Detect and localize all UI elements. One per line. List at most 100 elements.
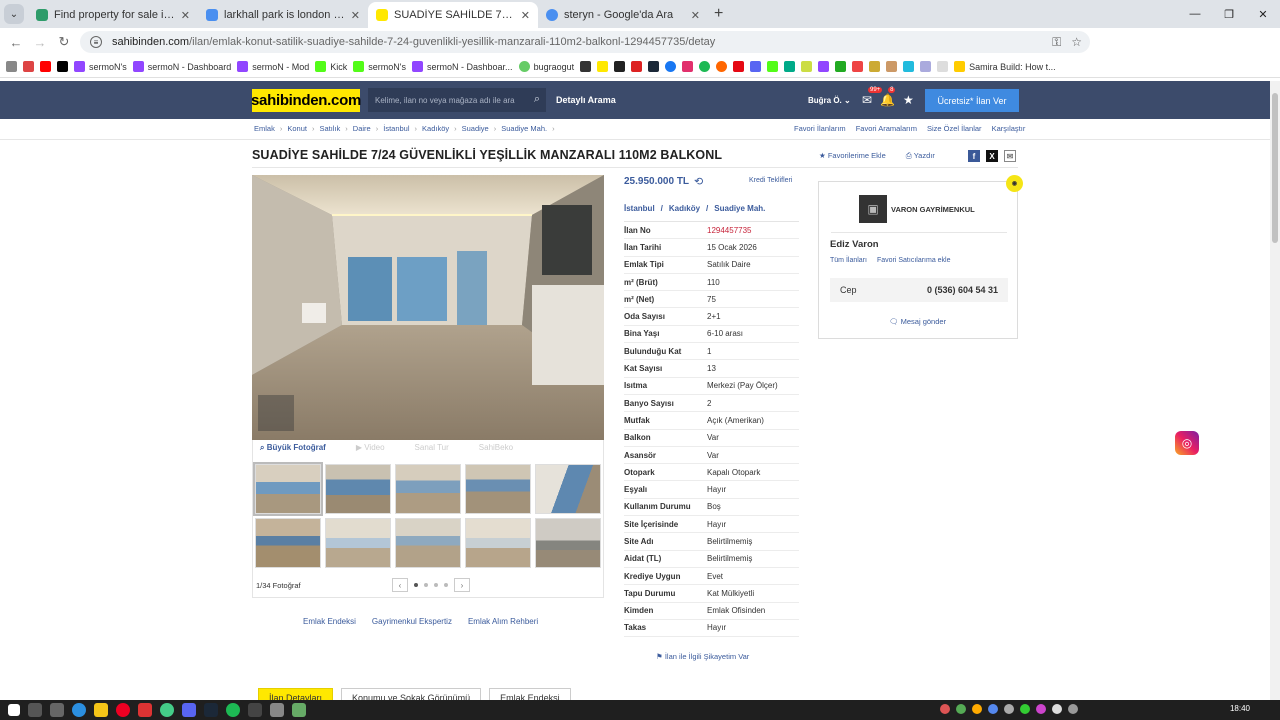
bookmark-icon[interactable] [818,61,830,72]
reload-icon[interactable]: ↻ [52,34,76,50]
tray-icon[interactable] [1004,704,1014,714]
taskbar-clock[interactable]: 18:40 [1230,704,1250,713]
special-listings-link[interactable]: Size Özel İlanlar [927,124,982,133]
photo-thumbnail[interactable] [535,464,601,514]
close-icon[interactable]: ✕ [521,9,530,22]
chrome-icon[interactable] [160,703,174,717]
compare-link[interactable]: Karşılaştır [992,124,1026,133]
close-icon[interactable]: ✕ [691,9,700,22]
task-view-icon[interactable] [50,703,64,717]
location-neighborhood[interactable]: Suadiye Mah. [714,204,765,213]
close-window-icon[interactable]: ✕ [1246,0,1280,28]
breadcrumb-item[interactable]: Suadiye Mah. [501,124,547,133]
file-explorer-icon[interactable] [94,703,108,717]
search-input[interactable]: Kelime, ilan no veya mağaza adı ile ara … [368,88,546,112]
scrollbar[interactable] [1270,81,1280,700]
phone-number[interactable]: 0 (536) 604 54 31 [927,285,998,295]
edge-icon[interactable] [72,703,86,717]
discord-icon[interactable] [182,703,196,717]
browser-tab-1[interactable]: Find property for sale in Chelse ✕ [28,2,198,28]
mail-icon[interactable]: ✉ [1004,150,1016,162]
loan-offers-link[interactable]: Kredi Teklifleri [749,177,792,184]
photo-thumbnail[interactable] [395,464,461,514]
address-bar[interactable]: ≡ sahibinden.com/ilan/emlak-konut-satili… [80,31,1090,53]
browser-tab-4[interactable]: steryn - Google'da Ara ✕ [538,2,708,28]
photo-thumbnail[interactable] [325,464,391,514]
password-key-icon[interactable]: ⚿ [1052,35,1061,50]
breadcrumb-item[interactable]: Emlak [254,124,275,133]
bookmark-icon[interactable] [699,61,711,72]
youtube-icon[interactable] [40,61,51,72]
search-icon[interactable] [28,703,42,717]
tray-icon[interactable] [988,704,998,714]
bookmark-icon[interactable] [869,61,881,72]
windows-start-icon[interactable] [8,704,20,716]
tray-icon[interactable] [940,704,950,714]
all-listings-link[interactable]: Tüm İlanları [830,257,867,264]
photo-thumbnail[interactable] [395,518,461,568]
bookmark-item[interactable]: sermoN's [74,61,127,72]
report-listing-link[interactable]: ⚑ İlan ile İlgili Şikayetim Var [656,652,749,661]
buying-guide-link[interactable]: Emlak Alım Rehberi [468,617,538,626]
pager-dot[interactable] [414,583,418,587]
bookmark-icon[interactable] [716,61,728,72]
breadcrumb-item[interactable]: Kadıköy [422,124,449,133]
bookmark-icon[interactable] [903,61,915,72]
store-name[interactable]: VARON GAYRİMENKUL [891,205,975,214]
bookmark-icon[interactable] [920,61,932,72]
bookmark-icon[interactable] [648,61,660,72]
new-tab-button[interactable]: + [714,5,723,23]
tray-icon[interactable] [956,704,966,714]
bookmark-item[interactable]: sermoN - Mod [237,61,309,72]
opera-icon[interactable] [116,703,130,717]
bookmark-icon[interactable] [801,61,813,72]
real-estate-index-link[interactable]: Emlak Endeksi [303,617,356,626]
apps-icon[interactable] [6,61,17,72]
bookmark-icon[interactable] [631,61,643,72]
print-button[interactable]: ⎙ Yazdır [906,151,935,161]
bookmark-item[interactable]: Samira Build: How t... [954,61,1056,72]
post-free-listing-button[interactable]: Ücretsiz* İlan Ver [925,89,1019,112]
browser-tab-2[interactable]: larkhall park is london - Google ✕ [198,2,368,28]
bookmark-item[interactable]: Kick [315,61,347,72]
photo-thumbnail[interactable] [465,518,531,568]
photo-thumbnail[interactable] [325,518,391,568]
bookmark-icon[interactable] [750,61,762,72]
bookmark-item[interactable]: sermoN's [353,61,406,72]
gmail-icon[interactable] [23,61,34,72]
app-icon[interactable] [270,703,284,717]
messages-icon[interactable]: ✉ 99+ [862,87,883,107]
photo-thumbnail[interactable] [253,462,323,516]
app-icon[interactable] [138,703,152,717]
scrollbar-thumb[interactable] [1272,93,1278,243]
tab-search-button[interactable]: ⌄ [4,4,24,24]
large-photo-tab[interactable]: ⌕ Büyük Fotoğraf [260,443,326,457]
tray-icon[interactable] [1068,704,1078,714]
breadcrumb-item[interactable]: Suadiye [462,124,489,133]
bookmark-icon[interactable] [580,61,592,72]
close-icon[interactable]: ✕ [181,9,190,22]
user-menu[interactable]: Buğra Ö. ⌄ [808,96,851,105]
tray-icon[interactable] [1020,704,1030,714]
spotify-icon[interactable] [226,703,240,717]
chevron-right-icon[interactable]: › [454,578,470,592]
pager-dot[interactable] [424,583,428,587]
bookmark-icon[interactable] [597,61,609,72]
bookmark-icon[interactable] [767,61,779,72]
bookmark-item[interactable]: sermoN - Dashboard [132,61,231,72]
back-icon[interactable]: ← [4,35,28,50]
close-icon[interactable]: ✕ [351,9,360,22]
minimize-icon[interactable]: — [1178,0,1212,28]
breadcrumb-item[interactable]: İstanbul [383,124,409,133]
bookmark-icon[interactable] [784,61,796,72]
pager-dot[interactable] [444,583,448,587]
sahibeko-tab[interactable]: SahiBeko [479,443,513,457]
breadcrumb-item[interactable]: Konut [287,124,307,133]
tray-icon[interactable] [972,704,982,714]
bookmark-star-icon[interactable]: ☆ [1071,35,1082,50]
facebook-icon[interactable]: f [968,150,980,162]
photo-thumbnail[interactable] [535,518,601,568]
bookmark-icon[interactable] [733,61,745,72]
video-tab[interactable]: ▶ Video [356,443,385,457]
location-district[interactable]: Kadıköy [669,204,700,213]
